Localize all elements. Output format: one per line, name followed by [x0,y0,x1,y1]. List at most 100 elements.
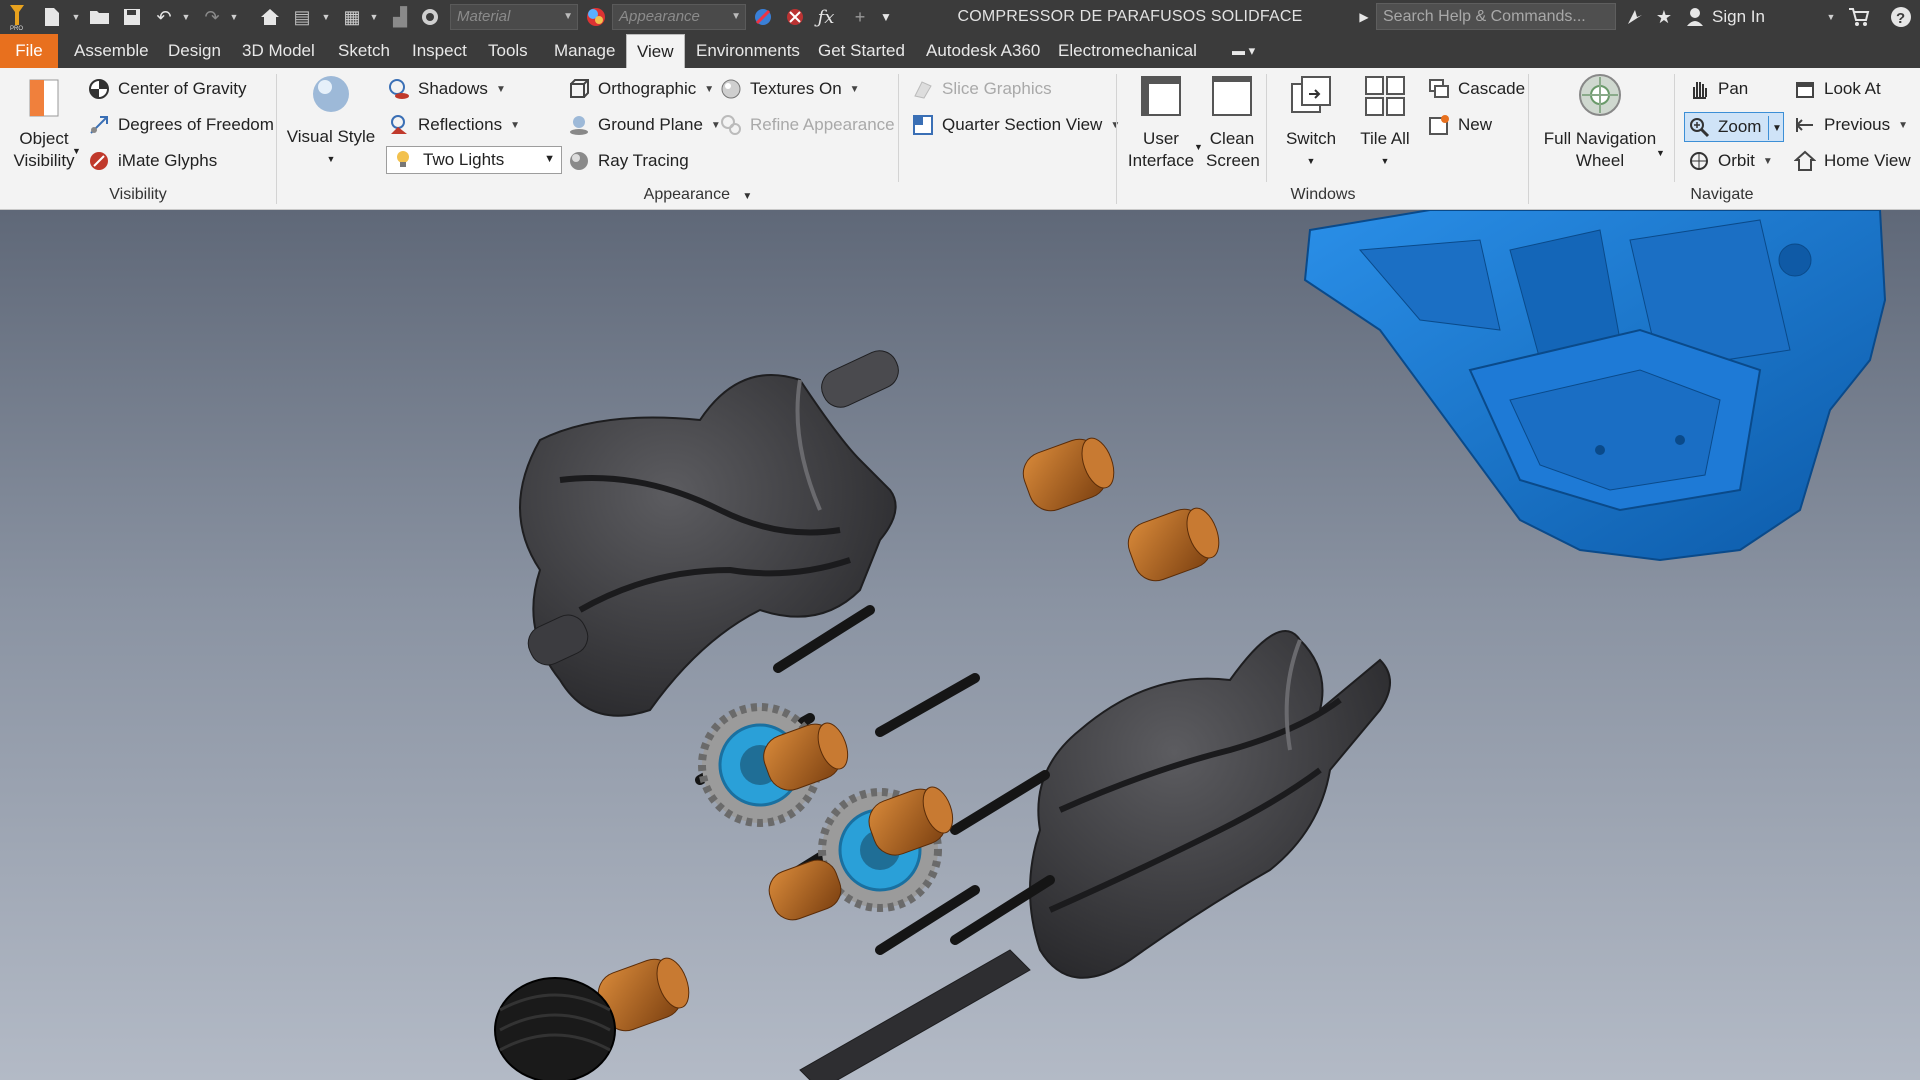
user-interface-button[interactable]: User Interface [1124,74,1198,172]
navigation-wheel-icon [1579,74,1621,116]
clean-screen-icon [1212,76,1252,116]
tab-assemble[interactable]: Assemble [64,34,159,68]
ground-plane-icon [570,116,588,135]
communication-center-icon[interactable] [1622,0,1648,34]
look-at-button[interactable]: Look At [1794,78,1881,100]
tab-design[interactable]: Design [158,34,231,68]
panel-divider [276,74,277,204]
imate-glyphs-button[interactable]: iMate Glyphs [88,150,217,172]
center-of-gravity-icon [89,79,109,99]
male-rotor[interactable] [519,345,904,717]
shadows-button[interactable]: Shadows ▼ [388,78,506,100]
reflections-button[interactable]: Reflections ▼ [388,114,520,136]
clean-screen-button[interactable]: Clean Screen [1206,74,1260,172]
cascade-button[interactable]: Cascade [1428,78,1525,100]
quarter-section-view-button[interactable]: Quarter Section View▼ [912,114,1120,136]
pan-button[interactable]: Pan [1688,78,1748,100]
tile-all-button[interactable]: Tile All ▼ [1350,74,1420,172]
refine-appearance-button[interactable]: Refine Appearance [720,114,895,136]
material-combo[interactable]: Material ▼ [450,4,578,30]
object-visibility-label-2: Visibility [13,151,75,170]
appearance-ball-icon[interactable] [584,0,608,34]
open-folder-icon[interactable] [88,0,112,34]
slice-graphics-label: Slice Graphics [942,79,1052,98]
zoom-dropdown-icon[interactable]: ▼ [1768,116,1784,140]
switch-window-button[interactable]: Switch ▼ [1276,74,1346,172]
search-input[interactable]: Search Help & Commands... [1376,3,1616,30]
tab-autodesk-a360[interactable]: Autodesk A360 [916,34,1050,68]
tab-view[interactable]: View [626,34,685,68]
zoom-button[interactable]: Zoom [1688,116,1761,138]
panel-divider [1528,74,1529,204]
tab-sketch[interactable]: Sketch [328,34,400,68]
tab-tools[interactable]: Tools [478,34,538,68]
new-file-icon[interactable] [40,0,64,34]
select-dropdown-icon[interactable]: ▼ [368,0,380,34]
orthographic-label: Orthographic [598,79,697,98]
chevron-down-icon: ▼ [704,83,715,95]
cart-icon[interactable] [1846,0,1872,34]
select-icon[interactable]: ▦ [340,0,364,34]
sign-in-dropdown-icon[interactable]: ▼ [1824,0,1838,34]
orthographic-button[interactable]: Orthographic ▼ [568,78,714,100]
ribbon-view: Object Visibility ▼ Center of Gravity De… [0,68,1920,210]
tab-electromechanical[interactable]: Electromechanical [1048,34,1207,68]
new-dropdown-icon[interactable]: ▼ [70,0,82,34]
clear-appearance-icon[interactable] [782,0,808,34]
adjust-appearance-icon[interactable] [750,0,776,34]
textures-on-button[interactable]: Textures On ▼ [720,78,860,100]
tab-get-started[interactable]: Get Started [808,34,915,68]
object-visibility-button[interactable]: Object Visibility [8,78,80,172]
previous-view-button[interactable]: Previous ▼ [1794,114,1908,136]
degrees-of-freedom-button[interactable]: Degrees of Freedom [88,114,274,136]
redo-dropdown-icon[interactable]: ▼ [228,0,240,34]
lighting-style-select[interactable]: Two Lights ▼ [386,146,562,174]
new-window-button[interactable]: New [1428,114,1492,136]
help-icon[interactable]: ? [1888,0,1914,34]
compressor-housing[interactable] [1303,210,1887,562]
tab-environments[interactable]: Environments [686,34,810,68]
home-icon[interactable] [258,0,282,34]
customize-qa-icon[interactable]: ▼ [876,0,896,34]
orbit-button[interactable]: Orbit ▼ [1688,150,1773,172]
favorites-star-icon[interactable]: ★ [1652,0,1676,34]
ground-plane-button[interactable]: Ground Plane ▼ [568,114,721,136]
object-visibility-dropdown-icon[interactable]: ▼ [72,146,81,156]
appearance-panel-label[interactable]: Appearance ▼ [278,186,1118,204]
switch-window-label: Switch [1285,129,1337,148]
appearance-combo[interactable]: Appearance ▼ [612,4,746,30]
end-cap[interactable] [494,977,616,1080]
project-dropdown-icon[interactable]: ▼ [320,0,332,34]
visual-style-button[interactable]: Visual Style ▼ [286,72,376,170]
center-of-gravity-button[interactable]: Center of Gravity [88,78,247,100]
tab-inspect[interactable]: Inspect [402,34,477,68]
redo-icon[interactable]: ↷ [200,0,224,34]
full-navigation-wheel-button[interactable]: Full Navigation Wheel [1538,72,1662,172]
tab-file[interactable]: File [0,34,58,68]
appearance-panel-title: Appearance [643,186,730,203]
chevron-down-icon: ▼ [1898,119,1909,131]
user-interface-dropdown-icon[interactable]: ▼ [1194,142,1203,152]
sign-in-link[interactable]: Sign In [1712,0,1772,34]
undo-icon[interactable]: ↶ [152,0,176,34]
save-icon[interactable] [120,0,144,34]
tab-3d-model[interactable]: 3D Model [232,34,325,68]
add-icon[interactable]: + [848,0,872,34]
ray-tracing-button[interactable]: Ray Tracing [568,150,689,172]
ribbon-options-icon[interactable]: ▬ ▾ [1222,34,1265,68]
graphics-viewport[interactable] [0,210,1920,1080]
app-logo-icon[interactable]: PRO [4,0,30,34]
parameters-icon[interactable]: ƒx [814,0,838,34]
project-icon[interactable]: ▤ [290,0,314,34]
home-view-button[interactable]: Home View [1794,150,1911,172]
search-arrow-icon[interactable]: ▶ [1356,0,1372,34]
navigation-wheel-dropdown-icon[interactable]: ▼ [1656,148,1665,158]
measure-icon[interactable]: ▟ [388,0,412,34]
tab-manage[interactable]: Manage [544,34,625,68]
svg-text:?: ? [1896,10,1905,27]
reflections-icon [391,115,407,134]
update-icon[interactable] [418,0,442,34]
slice-graphics-button[interactable]: Slice Graphics [912,78,1052,100]
orbit-icon [1690,152,1708,170]
undo-dropdown-icon[interactable]: ▼ [180,0,192,34]
